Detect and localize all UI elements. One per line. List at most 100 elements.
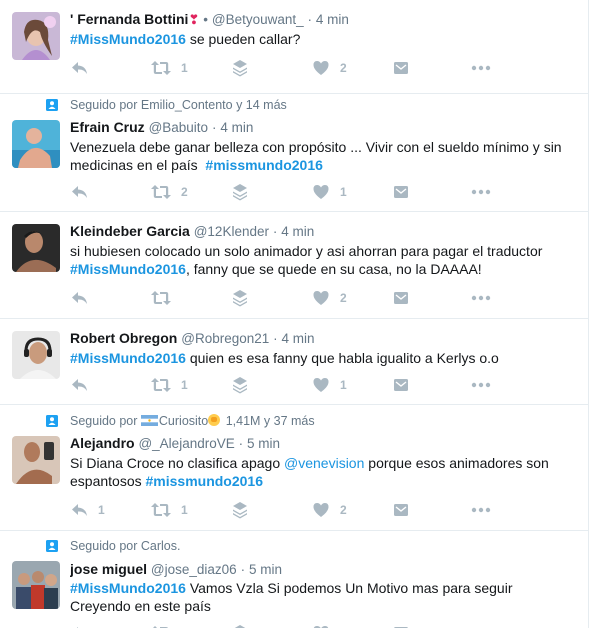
- display-name[interactable]: Robert Obregon: [70, 330, 177, 346]
- argentina-flag-icon: [140, 415, 158, 426]
- more-button[interactable]: [470, 183, 494, 201]
- like-count: 1: [340, 185, 347, 199]
- tweet-header: jose miguel @jose_diaz06 · 5 min: [70, 561, 578, 579]
- avatar[interactable]: [12, 331, 60, 379]
- retweet-button[interactable]: 1: [150, 376, 194, 394]
- timestamp[interactable]: 4 min: [281, 224, 314, 239]
- emoji-icon: [208, 414, 221, 426]
- tweet-text: #MissMundo2016 se pueden callar?: [70, 31, 301, 47]
- display-name[interactable]: Alejandro: [70, 435, 135, 451]
- tweet[interactable]: Kleindeber Garcia @12Klender · 4 min si …: [0, 212, 588, 319]
- display-name[interactable]: jose miguel: [70, 561, 147, 577]
- tweet[interactable]: Seguido por Emilio_Contento y 14 más Efr…: [0, 94, 588, 212]
- retweet-button[interactable]: [150, 289, 194, 307]
- username[interactable]: @Robregon21: [181, 331, 269, 346]
- like-button[interactable]: 2: [312, 59, 356, 77]
- moments-button[interactable]: [231, 376, 255, 394]
- tweet-timeline: ' Fernanda Bottini❣ • @Betyouwant_ · 4 m…: [0, 0, 589, 628]
- username[interactable]: @Babuito: [149, 120, 209, 135]
- username[interactable]: @_AlejandroVE: [138, 436, 234, 451]
- moments-button[interactable]: [231, 624, 255, 628]
- tweet[interactable]: Seguido por Curiosito 1,41M y 37 más Ale…: [0, 405, 588, 531]
- reply-button[interactable]: [70, 183, 114, 201]
- timestamp[interactable]: 4 min: [220, 120, 253, 135]
- tweet-text: Si Diana Croce no clasifica apago @venev…: [70, 455, 549, 489]
- timestamp[interactable]: 4 min: [282, 331, 315, 346]
- like-button[interactable]: 2: [312, 289, 356, 307]
- username[interactable]: @Betyouwant_: [212, 12, 304, 27]
- hashtag-link[interactable]: #MissMundo2016: [70, 350, 186, 366]
- timestamp[interactable]: 4 min: [316, 12, 349, 27]
- display-name[interactable]: ' Fernanda Bottini: [70, 11, 188, 27]
- direct-message-button[interactable]: [393, 501, 417, 519]
- avatar[interactable]: [12, 12, 60, 60]
- tweet-actions: 12: [70, 59, 570, 77]
- like-button[interactable]: 2: [312, 501, 356, 519]
- hashtag-link[interactable]: #missmundo2016: [146, 473, 264, 489]
- more-button[interactable]: [470, 289, 494, 307]
- like-button[interactable]: 1: [312, 376, 356, 394]
- avatar[interactable]: [12, 120, 60, 168]
- reply-button[interactable]: 1: [70, 501, 114, 519]
- tweet-actions: 1 1 2: [70, 501, 570, 519]
- tweet-actions: 21: [70, 183, 570, 201]
- tweet-actions: 2: [70, 289, 570, 307]
- more-button[interactable]: [470, 624, 494, 628]
- reply-button[interactable]: [70, 376, 114, 394]
- display-name[interactable]: Efrain Cruz: [70, 119, 145, 135]
- separator: ·: [307, 12, 313, 27]
- display-name-suffix: •: [203, 12, 208, 27]
- retweet-count: 1: [181, 61, 188, 75]
- retweet-button[interactable]: 2: [150, 183, 194, 201]
- moments-button[interactable]: [231, 501, 255, 519]
- more-button[interactable]: [470, 59, 494, 77]
- social-context-more: 1,41M y 37 más: [222, 414, 315, 428]
- direct-message-button[interactable]: [393, 59, 417, 77]
- separator: ·: [273, 331, 278, 346]
- direct-message-button[interactable]: [393, 183, 417, 201]
- reply-button[interactable]: [70, 289, 114, 307]
- direct-message-button[interactable]: [393, 289, 417, 307]
- tweet-header: ' Fernanda Bottini❣ • @Betyouwant_ · 4 m…: [70, 11, 578, 29]
- username[interactable]: @jose_diaz06: [151, 562, 237, 577]
- more-button[interactable]: [470, 501, 494, 519]
- retweet-button[interactable]: 1: [150, 59, 194, 77]
- tweet[interactable]: Robert Obregon @Robregon21 · 4 min #Miss…: [0, 319, 588, 405]
- direct-message-button[interactable]: [393, 624, 417, 628]
- tweet[interactable]: ' Fernanda Bottini❣ • @Betyouwant_ · 4 m…: [0, 0, 588, 94]
- social-context-text: Seguido por Carlos.: [70, 539, 181, 553]
- username[interactable]: @12Klender: [194, 224, 269, 239]
- hashtag-link[interactable]: #MissMundo2016: [70, 261, 186, 277]
- social-context-name[interactable]: Curiosito: [159, 414, 208, 428]
- retweet-button[interactable]: [150, 624, 194, 628]
- mention-link[interactable]: @venevision: [284, 455, 364, 471]
- hashtag-link[interactable]: #MissMundo2016: [70, 580, 186, 596]
- more-button[interactable]: [470, 376, 494, 394]
- hashtag-link[interactable]: #MissMundo2016: [70, 31, 186, 47]
- reply-button[interactable]: [70, 59, 114, 77]
- direct-message-button[interactable]: [393, 376, 417, 394]
- tweet-actions: [70, 624, 570, 628]
- like-count: 2: [340, 61, 347, 75]
- moments-button[interactable]: [231, 183, 255, 201]
- like-button[interactable]: [312, 624, 356, 628]
- avatar[interactable]: [12, 224, 60, 272]
- display-name[interactable]: Kleindeber Garcia: [70, 223, 190, 239]
- tweet-actions: 11: [70, 376, 570, 394]
- social-context-text: Seguido por Emilio_Contento y 14 más: [70, 98, 287, 112]
- moments-button[interactable]: [231, 59, 255, 77]
- moments-button[interactable]: [231, 289, 255, 307]
- like-button[interactable]: 1: [312, 183, 356, 201]
- timestamp[interactable]: 5 min: [247, 436, 280, 451]
- heart-emoji-icon: ❣: [188, 12, 200, 27]
- timestamp[interactable]: 5 min: [249, 562, 282, 577]
- reply-button[interactable]: [70, 624, 114, 628]
- hashtag-link[interactable]: #missmundo2016: [205, 157, 323, 173]
- follow-context-icon: [46, 99, 58, 111]
- tweet-text: #MissMundo2016 Vamos Vzla Si podemos Un …: [70, 580, 513, 614]
- tweet[interactable]: Seguido por Carlos. jose miguel @jose_di…: [0, 531, 588, 628]
- avatar[interactable]: [12, 561, 60, 609]
- tweet-text: Venezuela debe ganar belleza con propósi…: [70, 139, 562, 173]
- avatar[interactable]: [12, 436, 60, 484]
- retweet-button[interactable]: 1: [150, 501, 194, 519]
